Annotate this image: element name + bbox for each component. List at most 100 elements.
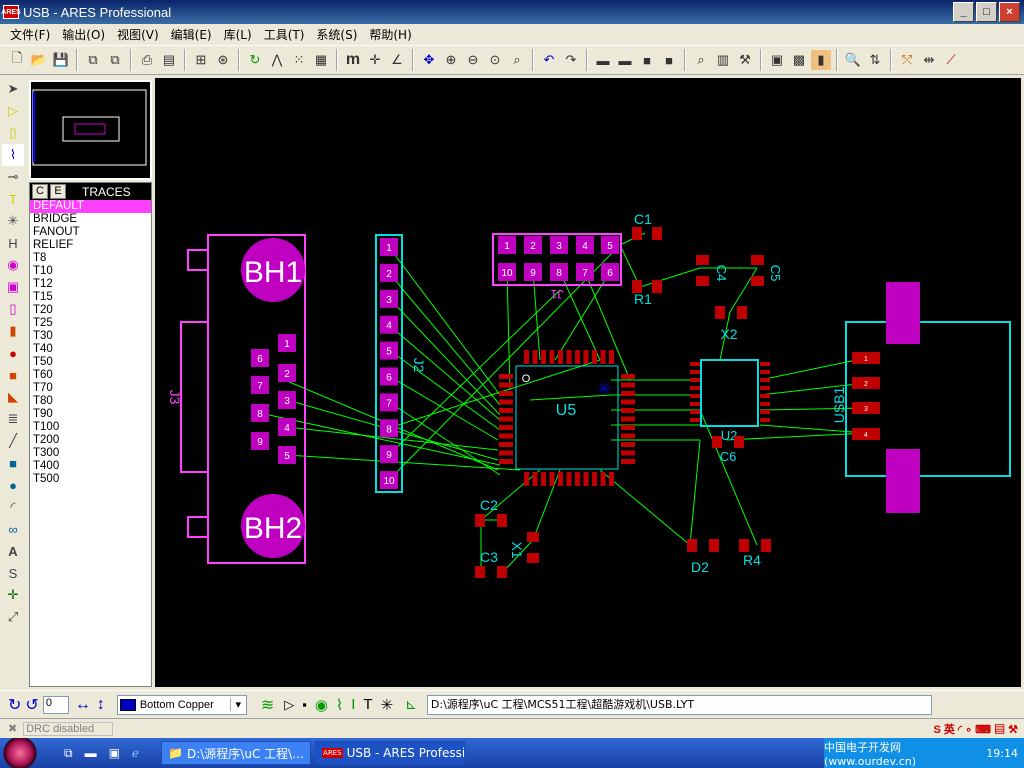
rotation-field[interactable]: 0: [42, 695, 69, 714]
zoom-out-icon[interactable]: ⊖: [463, 50, 483, 70]
ratsnest-mode-icon[interactable]: ✳: [2, 210, 24, 232]
minimize-button[interactable]: _: [953, 2, 974, 22]
trace-style-item[interactable]: T50: [30, 356, 151, 369]
mirror-h-icon[interactable]: ↔: [75, 696, 91, 714]
trace-style-item[interactable]: BRIDGE: [30, 213, 151, 226]
autoroute-icon[interactable]: ⊛: [213, 50, 233, 70]
circle-icon[interactable]: ●: [2, 474, 24, 496]
trace-style-item[interactable]: T10: [30, 265, 151, 278]
ratsnest-icon[interactable]: ⤲: [897, 50, 917, 70]
trace-style-item[interactable]: T12: [30, 278, 151, 291]
route-icon[interactable]: ⌇: [336, 696, 343, 714]
save-icon[interactable]: 💾: [51, 50, 71, 70]
dimension-icon[interactable]: ⤢: [2, 606, 24, 628]
box-icon[interactable]: ■: [2, 452, 24, 474]
block-copy-icon[interactable]: ▬: [593, 50, 613, 70]
selection-mode-icon[interactable]: ➤: [2, 78, 24, 100]
refresh-icon[interactable]: ↻: [245, 50, 265, 70]
line-icon[interactable]: ╱: [2, 430, 24, 452]
taskbar-ares-button[interactable]: ARES USB - ARES Professi...: [315, 741, 466, 765]
metric-icon[interactable]: m: [343, 50, 363, 70]
zoom-in-icon[interactable]: ⊕: [441, 50, 461, 70]
trace-style-item[interactable]: T70: [30, 382, 151, 395]
trace-style-item[interactable]: T300: [30, 447, 151, 460]
close-button[interactable]: ×: [999, 2, 1020, 22]
make-package-icon[interactable]: ▥: [713, 50, 733, 70]
overview-window[interactable]: [29, 80, 152, 180]
placement-icon[interactable]: ▮: [811, 50, 831, 70]
trace-style-item[interactable]: T500: [30, 473, 151, 486]
pcb-canvas[interactable]: BH1 BH2 J3 1 2 3 4 5 6 7 8 9 1 2 3 4 5 6 7 8 9 10 J2 1 10 2 9 3 8 4 7 5…: [155, 78, 1021, 687]
block-delete-icon[interactable]: ■: [659, 50, 679, 70]
ie-icon[interactable]: ℯ: [132, 746, 139, 760]
marker-icon[interactable]: ✛: [2, 584, 24, 606]
circular-smt-pad-icon[interactable]: ●: [2, 342, 24, 364]
dil-pad-icon[interactable]: ▯: [2, 298, 24, 320]
round-pad-icon[interactable]: ◉: [2, 254, 24, 276]
block-move-icon[interactable]: ▬: [615, 50, 635, 70]
open-folder-icon[interactable]: 📂: [29, 50, 49, 70]
ime-icons[interactable]: S 英 ◜ ∘ ⌨ ▤ ⚒: [933, 721, 1018, 737]
drc-icon-status[interactable]: ✖: [8, 722, 17, 735]
step-icon[interactable]: ▪: [302, 697, 307, 712]
zoom-all-icon[interactable]: ⊙: [485, 50, 505, 70]
trim-icon[interactable]: T: [363, 696, 372, 713]
trace-style-item[interactable]: T80: [30, 395, 151, 408]
trace-style-item[interactable]: T400: [30, 460, 151, 473]
rotate-cw-icon[interactable]: ↻: [8, 695, 21, 715]
undo-icon[interactable]: ↶: [539, 50, 559, 70]
ratsnest-toggle-icon[interactable]: ✳: [381, 696, 394, 714]
search-icon[interactable]: 🔍: [843, 50, 863, 70]
trace-style-item[interactable]: T100: [30, 421, 151, 434]
square-pad-icon[interactable]: ▣: [2, 276, 24, 298]
start-button[interactable]: [0, 738, 40, 768]
trace-style-item[interactable]: RELIEF: [30, 239, 151, 252]
edge-pad-icon[interactable]: ▮: [2, 320, 24, 342]
show-desktop-icon[interactable]: ⧉: [64, 746, 73, 761]
arc-icon[interactable]: ◜: [2, 496, 24, 518]
menu-view[interactable]: 视图(V): [111, 26, 165, 43]
layers-icon[interactable]: ▦: [311, 50, 331, 70]
component-mode-icon[interactable]: ▷: [2, 100, 24, 122]
netlist-icon[interactable]: ⊞: [191, 50, 211, 70]
layers-stack-icon[interactable]: ≋: [261, 695, 274, 715]
menu-file[interactable]: 文件(F): [4, 26, 56, 43]
maximize-button[interactable]: □: [976, 2, 997, 22]
autoplace-icon[interactable]: ▩: [789, 50, 809, 70]
polar-icon[interactable]: ∠: [387, 50, 407, 70]
connectivity-icon[interactable]: ⇹: [919, 50, 939, 70]
trace-style-item[interactable]: T25: [30, 317, 151, 330]
trace-style-item[interactable]: T40: [30, 343, 151, 356]
grid-icon[interactable]: ⁙: [289, 50, 309, 70]
trace-style-item[interactable]: T20: [30, 304, 151, 317]
drc-icon[interactable]: ⟋: [941, 50, 961, 70]
origin-icon[interactable]: ✛: [365, 50, 385, 70]
play-icon[interactable]: ▷: [284, 697, 294, 713]
zoom-area-icon[interactable]: ⌕: [507, 50, 527, 70]
layer-select[interactable]: Bottom Copper ▾: [116, 694, 247, 715]
connectivity-mode-icon[interactable]: H: [2, 232, 24, 254]
tidy-icon[interactable]: ⊾: [405, 696, 417, 713]
trace-style-item[interactable]: T90: [30, 408, 151, 421]
new-file-icon[interactable]: 🗋: [7, 50, 27, 70]
trace-style-item[interactable]: T200: [30, 434, 151, 447]
trace-style-item[interactable]: T8: [30, 252, 151, 265]
trace-style-item[interactable]: T15: [30, 291, 151, 304]
menu-library[interactable]: 库(L): [218, 26, 258, 43]
block-rotate-icon[interactable]: ■: [637, 50, 657, 70]
trace-style-item[interactable]: DEFAULT: [30, 200, 151, 213]
chevron-down-icon[interactable]: ▾: [229, 698, 246, 711]
rotate-ccw-icon[interactable]: ↺: [25, 695, 38, 715]
explorer-quick-icon[interactable]: ▣: [109, 746, 120, 760]
selector-tab-c[interactable]: C: [32, 184, 48, 199]
pcb-layout[interactable]: BH1 BH2 J3 1 2 3 4 5 6 7 8 9 1 2 3 4 5 6 7 8 9 10 J2 1 10 2 9 3 8 4 7 5…: [155, 78, 1021, 687]
decompose-icon[interactable]: ⚒: [735, 50, 755, 70]
page-icon[interactable]: ▤: [159, 50, 179, 70]
path-icon[interactable]: ∞: [2, 518, 24, 540]
redo-icon[interactable]: ↷: [561, 50, 581, 70]
annotate-icon[interactable]: ⇅: [865, 50, 885, 70]
trace-style-item[interactable]: T30: [30, 330, 151, 343]
taskbar-folder-button[interactable]: 📁 D:\源程序\uC 工程\...: [161, 741, 312, 765]
print-icon[interactable]: ⎙: [137, 50, 157, 70]
import-icon[interactable]: ⧉: [83, 50, 103, 70]
